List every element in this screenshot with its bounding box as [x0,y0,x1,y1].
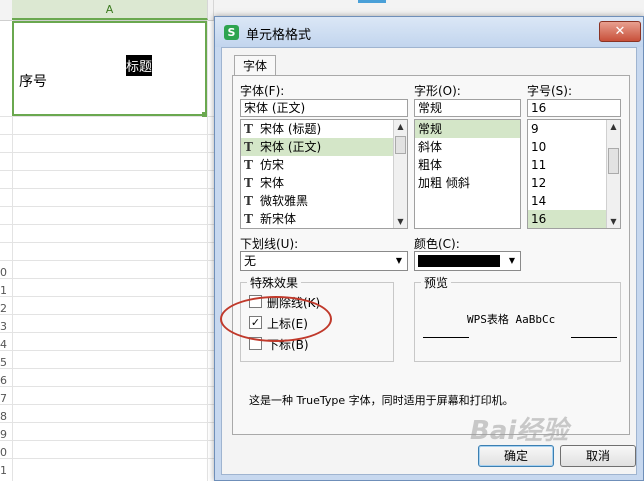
font-description: 这是一种 TrueType 字体，同时适用于屏幕和打印机。 [249,394,514,407]
preview-title: 预览 [421,274,452,291]
underline-label: 下划线(U): [240,237,299,251]
color-label: 颜色(C): [414,237,460,251]
annotation-ellipse [220,296,332,342]
underline-select[interactable]: 无 ▼ [240,251,408,271]
list-item[interactable]: T 宋体 (标题) [241,120,407,138]
tab-font[interactable]: 字体 [234,55,276,76]
row-number[interactable]: 3 [0,320,10,333]
cell-text: 序号 [19,74,47,90]
wps-app-icon: S [224,25,239,40]
scroll-down-icon[interactable]: ▼ [607,215,620,228]
selected-cell-a1[interactable]: 序号 标题 [12,21,207,116]
column-header-a[interactable]: A [12,0,208,20]
row-number[interactable]: 6 [0,374,10,387]
color-select[interactable]: ▼ [414,251,521,271]
scroll-thumb[interactable] [608,148,619,174]
color-swatch [418,255,500,267]
scroll-up-icon[interactable]: ▲ [394,120,407,133]
dialog-titlebar[interactable]: S 单元格格式 ✕ [215,17,643,47]
scroll-up-icon[interactable]: ▲ [607,120,620,133]
preview-sample-text: WPS表格 AaBbCc [467,313,556,326]
effects-title: 特殊效果 [247,274,302,291]
font-tab-panel: 字体(F): 宋体 (正文) T 宋体 (标题) T 宋体 (正文) T 仿宋 T 宋体… [232,75,630,435]
list-item-selected[interactable]: T 宋体 (正文) [241,138,407,156]
truetype-icon: T [244,122,253,136]
dialog-title: 单元格格式 [246,28,312,43]
size-label: 字号(S): [527,84,573,98]
dialog-client-area: 字体 字体(F): 宋体 (正文) T 宋体 (标题) T 宋体 (正文) T 仿宋 … [221,47,637,475]
font-style-list[interactable]: 常规 斜体 粗体 加粗 倾斜 [414,119,521,229]
cancel-button[interactable]: 取消 [560,445,636,467]
row-number[interactable]: 8 [0,410,10,423]
style-label: 字形(O): [414,84,461,98]
ribbon-tab-indicator [358,0,386,3]
preview-baseline [571,337,617,338]
truetype-icon: T [244,212,253,226]
chevron-down-icon: ▼ [508,256,516,265]
row-number[interactable]: 9 [0,428,10,441]
list-item[interactable]: T 新宋体 [241,210,407,228]
list-item[interactable]: 加粗 倾斜 [415,174,520,192]
row-number[interactable]: 1 [0,284,10,297]
chevron-down-icon: ▼ [395,256,403,265]
fill-handle[interactable] [202,112,207,117]
row-number[interactable]: 1 [0,464,10,477]
format-cells-dialog: S 单元格格式 ✕ 字体 字体(F): 宋体 (正文) T 宋体 (标题) T 宋体… [214,16,644,481]
truetype-icon: T [244,140,253,154]
list-item[interactable]: T 微软雅黑 [241,192,407,210]
font-list-scrollbar[interactable]: ▲ ▼ [393,120,407,228]
truetype-icon: T [244,176,253,190]
list-item[interactable]: T 宋体 [241,174,407,192]
grid-line [207,20,208,481]
font-name-input[interactable]: 宋体 (正文) [240,99,408,117]
truetype-icon: T [244,158,253,172]
watermark: Bai经验 [470,416,569,446]
list-item-selected[interactable]: 常规 [415,120,520,138]
underline-value: 无 [244,254,257,268]
close-button[interactable]: ✕ [599,21,641,42]
row-number[interactable]: 4 [0,338,10,351]
preview-group: 预览 WPS表格 AaBbCc [414,274,621,362]
ok-button[interactable]: 确定 [478,445,554,467]
font-size-input[interactable]: 16 [527,99,621,117]
list-item[interactable]: 斜体 [415,138,520,156]
list-item[interactable]: T 仿宋 [241,156,407,174]
font-label: 字体(F): [240,84,285,98]
truetype-icon: T [244,194,253,208]
row-number[interactable]: 2 [0,302,10,315]
font-size-list[interactable]: 9 10 11 12 14 16 ▲ ▼ [527,119,621,229]
row-number[interactable]: 5 [0,356,10,369]
preview-baseline [423,337,469,338]
cell-superscript-selection: 标题 [126,55,153,76]
font-style-input[interactable]: 常规 [414,99,521,117]
scroll-thumb[interactable] [395,136,406,154]
size-list-scrollbar[interactable]: ▲ ▼ [606,120,620,228]
list-item[interactable]: 粗体 [415,156,520,174]
scroll-down-icon[interactable]: ▼ [394,215,407,228]
row-number[interactable]: 7 [0,392,10,405]
font-name-list[interactable]: T 宋体 (标题) T 宋体 (正文) T 仿宋 T 宋体 T 微软雅黑 T 新宋体 ▲ ▼ [240,119,408,229]
row-number[interactable]: 0 [0,446,10,459]
row-number[interactable]: 0 [0,266,10,279]
